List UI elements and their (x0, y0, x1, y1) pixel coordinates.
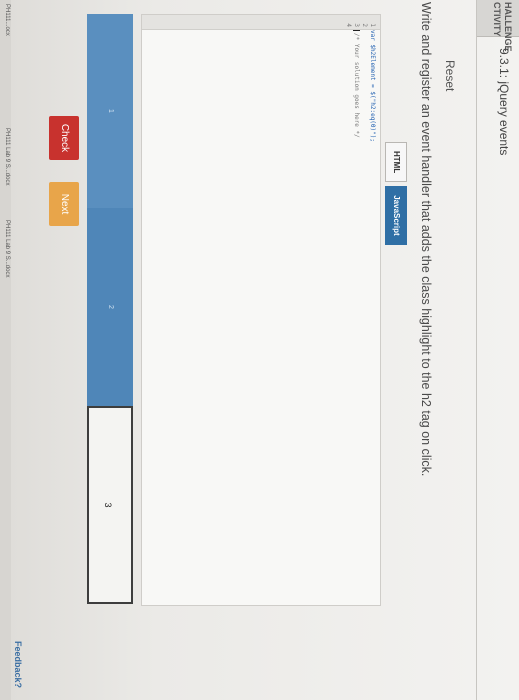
language-tabs: HTML JavaScript (385, 142, 407, 245)
code-line: 2 (361, 15, 368, 30)
header-divider (476, 0, 477, 700)
reset-button[interactable]: Reset (443, 60, 457, 91)
line-number: 4 (345, 23, 352, 27)
download-item[interactable]: PH111 Lab 9 S...docx (4, 220, 10, 277)
challenge-page: HALLENGE CTIVITY 9.3.1: jQuery events Re… (0, 0, 519, 700)
label-line-2: CTIVITY (492, 2, 502, 37)
download-item[interactable]: PH111 Lab 9 S...docx (4, 128, 10, 185)
progress-step-1[interactable]: 1 (87, 14, 133, 208)
line-number: 3 (353, 23, 360, 27)
downloads-bar: PH111...ocx PH111 Lab 9 S...docx PH111 L… (0, 0, 11, 700)
instruction-text: Write and register an event handler that… (419, 2, 433, 477)
code-editor[interactable]: 1 var $h2Element = $("h2:eq(0)"); 2 3 /* Y… (141, 14, 381, 606)
download-item[interactable]: PH111...ocx (4, 4, 10, 36)
code-text: var $h2Element = $("h2:eq(0)"); (369, 30, 376, 142)
code-line: 3 /* Your solution goes here */ (353, 15, 360, 138)
challenge-activity-label: HALLENGE CTIVITY (477, 0, 519, 52)
line-number: 1 (369, 23, 376, 27)
feedback-link[interactable]: Feedback? (13, 641, 23, 688)
line-number: 2 (361, 23, 368, 27)
tab-html[interactable]: HTML (385, 142, 407, 183)
code-comment: /* Your solution goes here */ (353, 33, 360, 138)
text-cursor (353, 30, 360, 31)
code-line: 4 (345, 15, 352, 30)
label-line-1: HALLENGE (503, 2, 513, 52)
code-line: 1 var $h2Element = $("h2:eq(0)"); (369, 15, 376, 142)
progress-step-2[interactable]: 2 (87, 208, 133, 406)
screenshot-frame: HALLENGE CTIVITY 9.3.1: jQuery events Re… (0, 0, 519, 700)
page-title: 9.3.1: jQuery events (497, 48, 511, 156)
next-button[interactable]: Next (49, 182, 79, 226)
check-button[interactable]: Check (49, 116, 79, 160)
tab-javascript[interactable]: JavaScript (385, 186, 407, 245)
progress-steps: 1 2 3 (87, 14, 133, 604)
progress-step-3[interactable]: 3 (87, 406, 133, 604)
